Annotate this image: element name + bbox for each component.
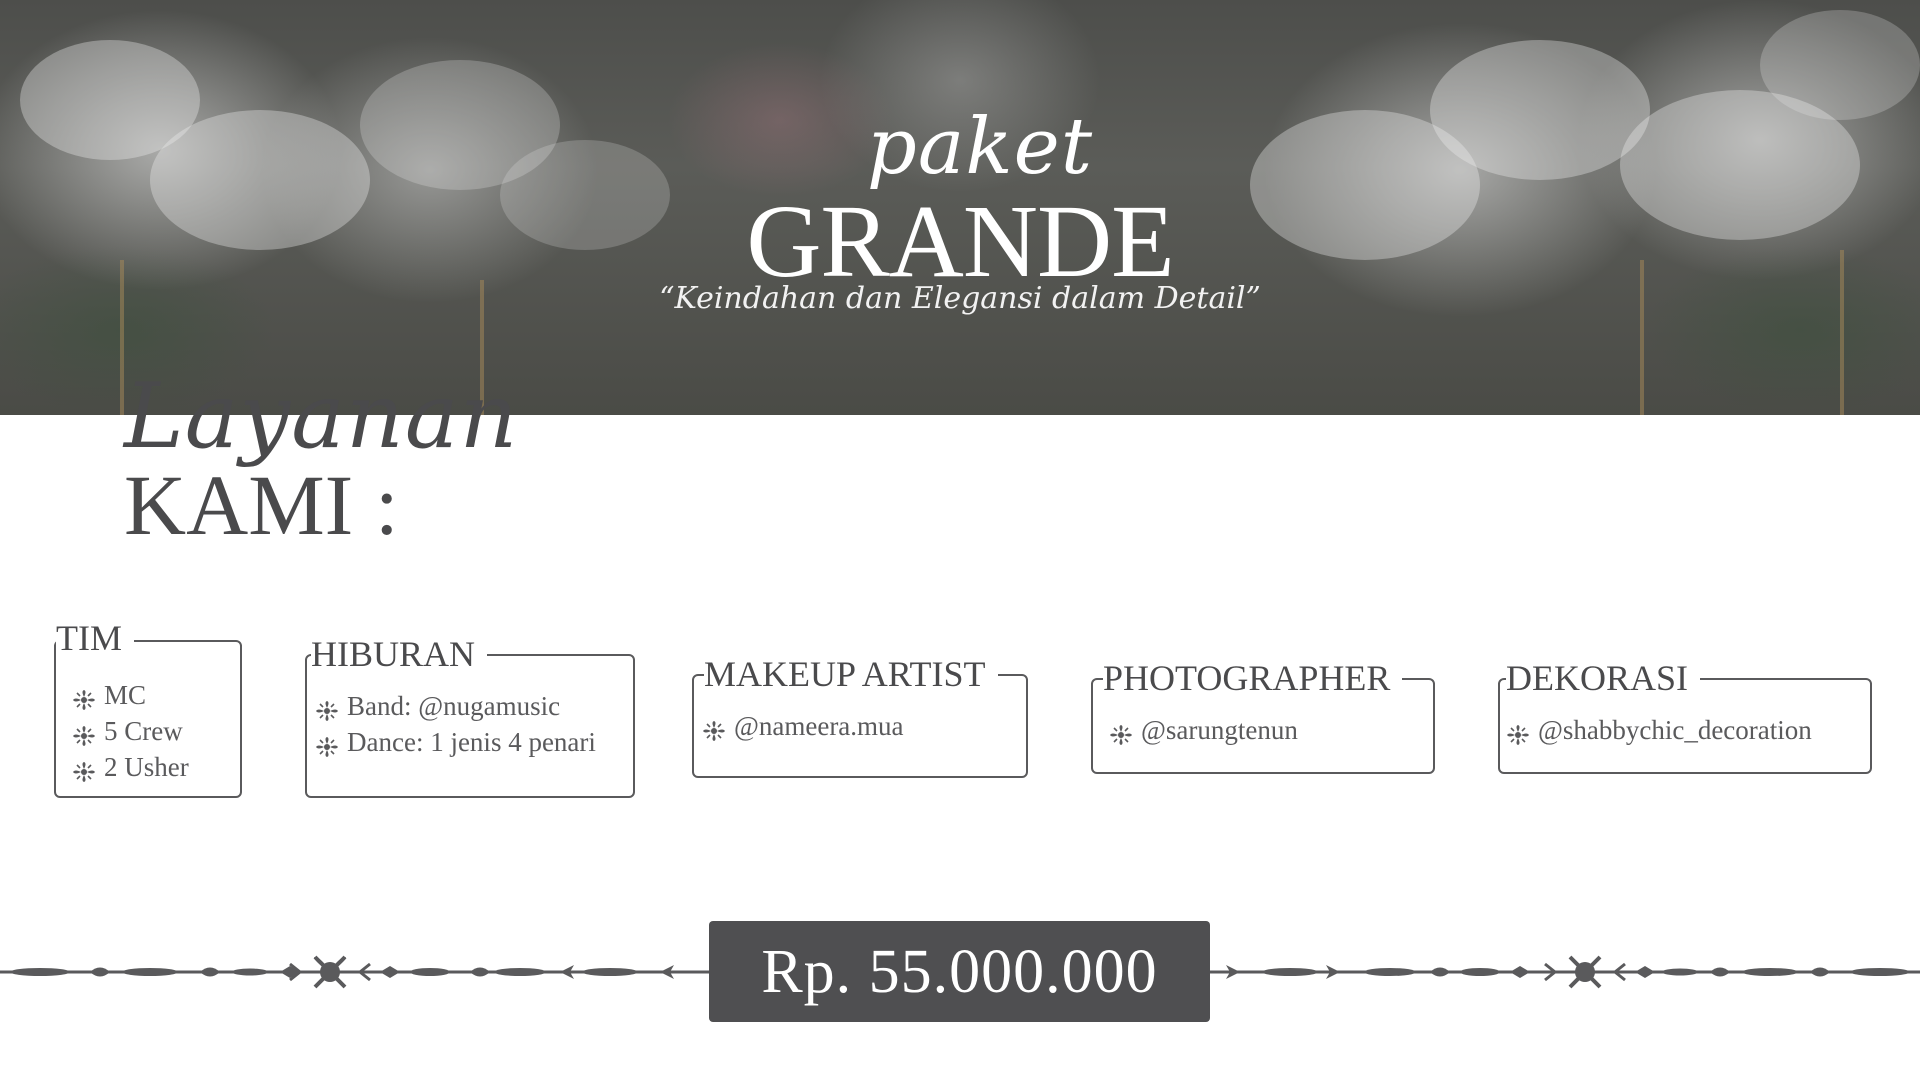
- service-title: TIM: [56, 620, 134, 656]
- fleur-ornament-icon: [72, 684, 96, 710]
- fleur-ornament-icon: [1109, 719, 1133, 745]
- list-item: @sarungtenun: [1109, 712, 1298, 748]
- service-item-text: Dance: 1 jenis 4 penari: [347, 727, 596, 757]
- fleur-ornament-icon: [702, 715, 726, 741]
- fleur-ornament-icon: [72, 720, 96, 746]
- list-item: 5 Crew: [72, 713, 189, 749]
- service-item-text: @sarungtenun: [1141, 715, 1298, 745]
- hero-banner: paket GRANDE “Keindahan dan Elegansi dal…: [0, 0, 1920, 415]
- hero-tagline: “Keindahan dan Elegansi dalam Detail”: [659, 281, 1261, 316]
- fleur-ornament-icon: [72, 756, 96, 782]
- service-items: @nameera.mua: [702, 708, 904, 744]
- price-text: Rp. 55.000.000: [761, 937, 1158, 1006]
- list-item: Dance: 1 jenis 4 penari: [315, 724, 596, 760]
- fleur-ornament-icon: [1506, 719, 1530, 745]
- section-script-title: Layanan: [124, 364, 519, 469]
- service-item-text: 5 Crew: [104, 716, 183, 746]
- service-title: PHOTOGRAPHER: [1103, 660, 1403, 696]
- service-card-dekorasi: DEKORASI @shabbychic_decoration: [1498, 660, 1874, 790]
- hero-script-title: paket: [866, 102, 1094, 192]
- hero-main-title: GRANDE: [746, 184, 1174, 299]
- fleur-ornament-icon: [315, 695, 339, 721]
- service-items: Band: @nugamusic Dance: 1 jenis 4 penari: [315, 688, 596, 760]
- service-card-tim: TIM MC 5 Crew 2 Usher: [54, 620, 244, 820]
- service-card-photographer: PHOTOGRAPHER @sarungtenun: [1091, 660, 1437, 790]
- list-item: 2 Usher: [72, 749, 189, 785]
- section-main-title: KAMI :: [124, 457, 399, 553]
- hero-titles: paket GRANDE “Keindahan dan Elegansi dal…: [0, 0, 1920, 415]
- service-items: @sarungtenun: [1109, 712, 1298, 748]
- ornament-divider-right: [1210, 955, 1920, 989]
- service-items: MC 5 Crew 2 Usher: [72, 677, 189, 785]
- ornament-divider-left: [0, 955, 709, 989]
- service-item-text: Band: @nugamusic: [347, 691, 561, 721]
- service-item-text: 2 Usher: [104, 752, 189, 782]
- list-item: Band: @nugamusic: [315, 688, 596, 724]
- price-badge: Rp. 55.000.000: [709, 921, 1210, 1022]
- service-item-text: @nameera.mua: [734, 711, 904, 741]
- service-card-hiburan: HIBURAN Band: @nugamusic Dance: 1 jenis …: [305, 636, 641, 806]
- list-item: @nameera.mua: [702, 708, 904, 744]
- service-title: MAKEUP ARTIST: [704, 656, 998, 692]
- service-items: @shabbychic_decoration: [1506, 712, 1812, 748]
- service-title: DEKORASI: [1506, 660, 1701, 696]
- list-item: @shabbychic_decoration: [1506, 712, 1812, 748]
- service-item-text: @shabbychic_decoration: [1538, 715, 1812, 745]
- fleur-ornament-icon: [315, 731, 339, 757]
- list-item: MC: [72, 677, 189, 713]
- service-title: HIBURAN: [311, 636, 488, 672]
- service-item-text: MC: [104, 680, 147, 710]
- service-card-makeup-artist: MAKEUP ARTIST @nameera.mua: [692, 656, 1032, 786]
